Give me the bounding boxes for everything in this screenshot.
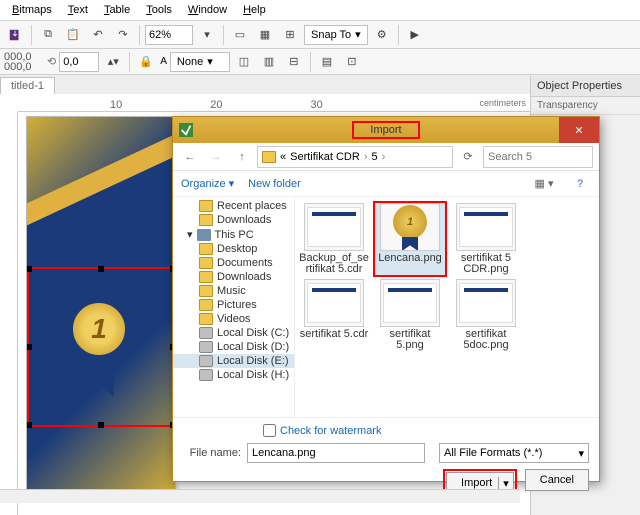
medal-object[interactable]: 1 — [69, 299, 129, 359]
search-input[interactable] — [483, 146, 593, 168]
menu-window[interactable]: Window — [182, 2, 233, 18]
help-icon[interactable]: ? — [569, 173, 591, 195]
copy-icon[interactable]: ⧉ — [37, 24, 59, 46]
file-list[interactable]: Backup_of_sertifikat 5.cdr1Lencana.pngse… — [295, 197, 599, 417]
options-icon[interactable]: ⚙ — [371, 24, 393, 46]
menu-help[interactable]: Help — [237, 2, 272, 18]
group-icon[interactable]: ⊡ — [341, 51, 363, 73]
view-icon[interactable]: ▦ ▾ — [533, 173, 555, 195]
launch-icon[interactable]: ▶ — [404, 24, 426, 46]
filename-label: File name: — [183, 447, 241, 459]
cancel-button[interactable]: Cancel — [525, 469, 589, 491]
back-icon[interactable]: ← — [179, 146, 201, 168]
redo-icon[interactable]: ↷ — [112, 24, 134, 46]
undo-icon[interactable]: ↶ — [87, 24, 109, 46]
snap-to-dropdown[interactable]: Snap To▾ — [304, 25, 368, 45]
tree-node[interactable]: Downloads — [173, 270, 294, 284]
tree-node[interactable]: Local Disk (H:) — [173, 368, 294, 382]
distribute-icon[interactable]: ⊟ — [283, 51, 305, 73]
menu-bitmaps[interactable]: Bitmaps — [6, 2, 58, 18]
docker-title: Object Properties — [531, 76, 640, 97]
tree-node[interactable]: Desktop — [173, 242, 294, 256]
ruler-horizontal: 102030 — [18, 96, 530, 112]
organize-dropdown[interactable]: Organize ▾ — [181, 177, 234, 190]
tree-node[interactable]: ▾ This PC — [173, 227, 294, 242]
zoom-input[interactable] — [145, 25, 193, 45]
zoom-dropdown-icon[interactable]: ▾ — [196, 24, 218, 46]
docker-section[interactable]: Transparency — [531, 97, 640, 115]
import-dialog: Import ✕ ← → ↑ « Sertifikat CDR› 5› ⟳ Or… — [172, 116, 600, 482]
forward-icon[interactable]: → — [205, 146, 227, 168]
dialog-toolbar: Organize ▾ New folder ▦ ▾ ? — [173, 171, 599, 197]
export-icon[interactable] — [4, 24, 26, 46]
close-button[interactable]: ✕ — [559, 117, 599, 143]
dialog-nav: ← → ↑ « Sertifikat CDR› 5› ⟳ — [173, 143, 599, 171]
refresh-icon[interactable]: ⟳ — [457, 146, 479, 168]
order-icon[interactable]: ▤ — [316, 51, 338, 73]
dialog-title: Import — [352, 121, 419, 139]
folder-tree[interactable]: Recent placesDownloads▾ This PCDesktopDo… — [173, 197, 295, 417]
grid-icon[interactable]: ▦ — [254, 24, 276, 46]
watermark-checkbox[interactable]: Check for watermark — [263, 424, 589, 437]
selection-highlight: 1 — [27, 267, 175, 427]
tree-node[interactable]: Local Disk (D:) — [173, 340, 294, 354]
align2-icon[interactable]: ▥ — [258, 51, 280, 73]
new-folder-button[interactable]: New folder — [248, 178, 301, 190]
scrollbar-horizontal[interactable] — [0, 489, 520, 503]
file-item[interactable]: 1Lencana.png — [375, 203, 445, 275]
file-item[interactable]: sertifikat 5doc.png — [451, 279, 521, 351]
property-bar: 000,0000,0 ⟲ ▴▾ 🔒 A None▾ ◫ ▥ ⊟ ▤ ⊡ — [0, 48, 640, 74]
style-dropdown[interactable]: None▾ — [170, 52, 230, 72]
menu-tools[interactable]: Tools — [140, 2, 178, 18]
guides-icon[interactable]: ⊞ — [279, 24, 301, 46]
dialog-titlebar: Import ✕ — [173, 117, 599, 143]
tree-node[interactable]: Music — [173, 284, 294, 298]
stepper-icon[interactable]: ▴▾ — [102, 51, 124, 73]
fullscreen-icon[interactable]: ▭ — [229, 24, 251, 46]
filter-dropdown[interactable]: All File Formats (*.*)▾ — [439, 443, 589, 463]
tree-node[interactable]: Recent places — [173, 199, 294, 213]
menu-bar: BitmapsTextTableToolsWindowHelp — [0, 0, 640, 20]
file-item[interactable]: sertifikat 5.cdr — [299, 279, 369, 351]
breadcrumb[interactable]: « Sertifikat CDR› 5› — [257, 146, 453, 168]
menu-table[interactable]: Table — [98, 2, 136, 18]
file-item[interactable]: sertifikat 5 CDR.png — [451, 203, 521, 275]
lock-icon[interactable]: 🔒 — [135, 51, 157, 73]
file-item[interactable]: sertifikat 5.png — [375, 279, 445, 351]
menu-text[interactable]: Text — [62, 2, 94, 18]
coord-display: 000,0000,0 — [4, 52, 44, 72]
tree-node[interactable]: Downloads — [173, 213, 294, 227]
tree-node[interactable]: Local Disk (E:) — [173, 354, 294, 368]
tree-node[interactable]: Pictures — [173, 298, 294, 312]
filename-input[interactable] — [247, 443, 425, 463]
tree-node[interactable]: Documents — [173, 256, 294, 270]
tree-node[interactable]: Local Disk (C:) — [173, 326, 294, 340]
ruler-unit: centimeters — [479, 98, 526, 108]
main-toolbar: ⧉ 📋 ↶ ↷ ▾ ▭ ▦ ⊞ Snap To▾ ⚙ ▶ — [0, 20, 640, 48]
nudge-input[interactable] — [59, 52, 99, 72]
file-item[interactable]: Backup_of_sertifikat 5.cdr — [299, 203, 369, 275]
ruler-vertical — [0, 112, 18, 515]
up-icon[interactable]: ↑ — [231, 146, 253, 168]
align-icon[interactable]: ◫ — [233, 51, 255, 73]
page: 1 — [26, 116, 176, 496]
paste-icon[interactable]: 📋 — [62, 24, 84, 46]
doc-tab[interactable]: titled-1 — [0, 77, 55, 94]
app-icon — [179, 123, 193, 137]
tree-node[interactable]: Videos — [173, 312, 294, 326]
